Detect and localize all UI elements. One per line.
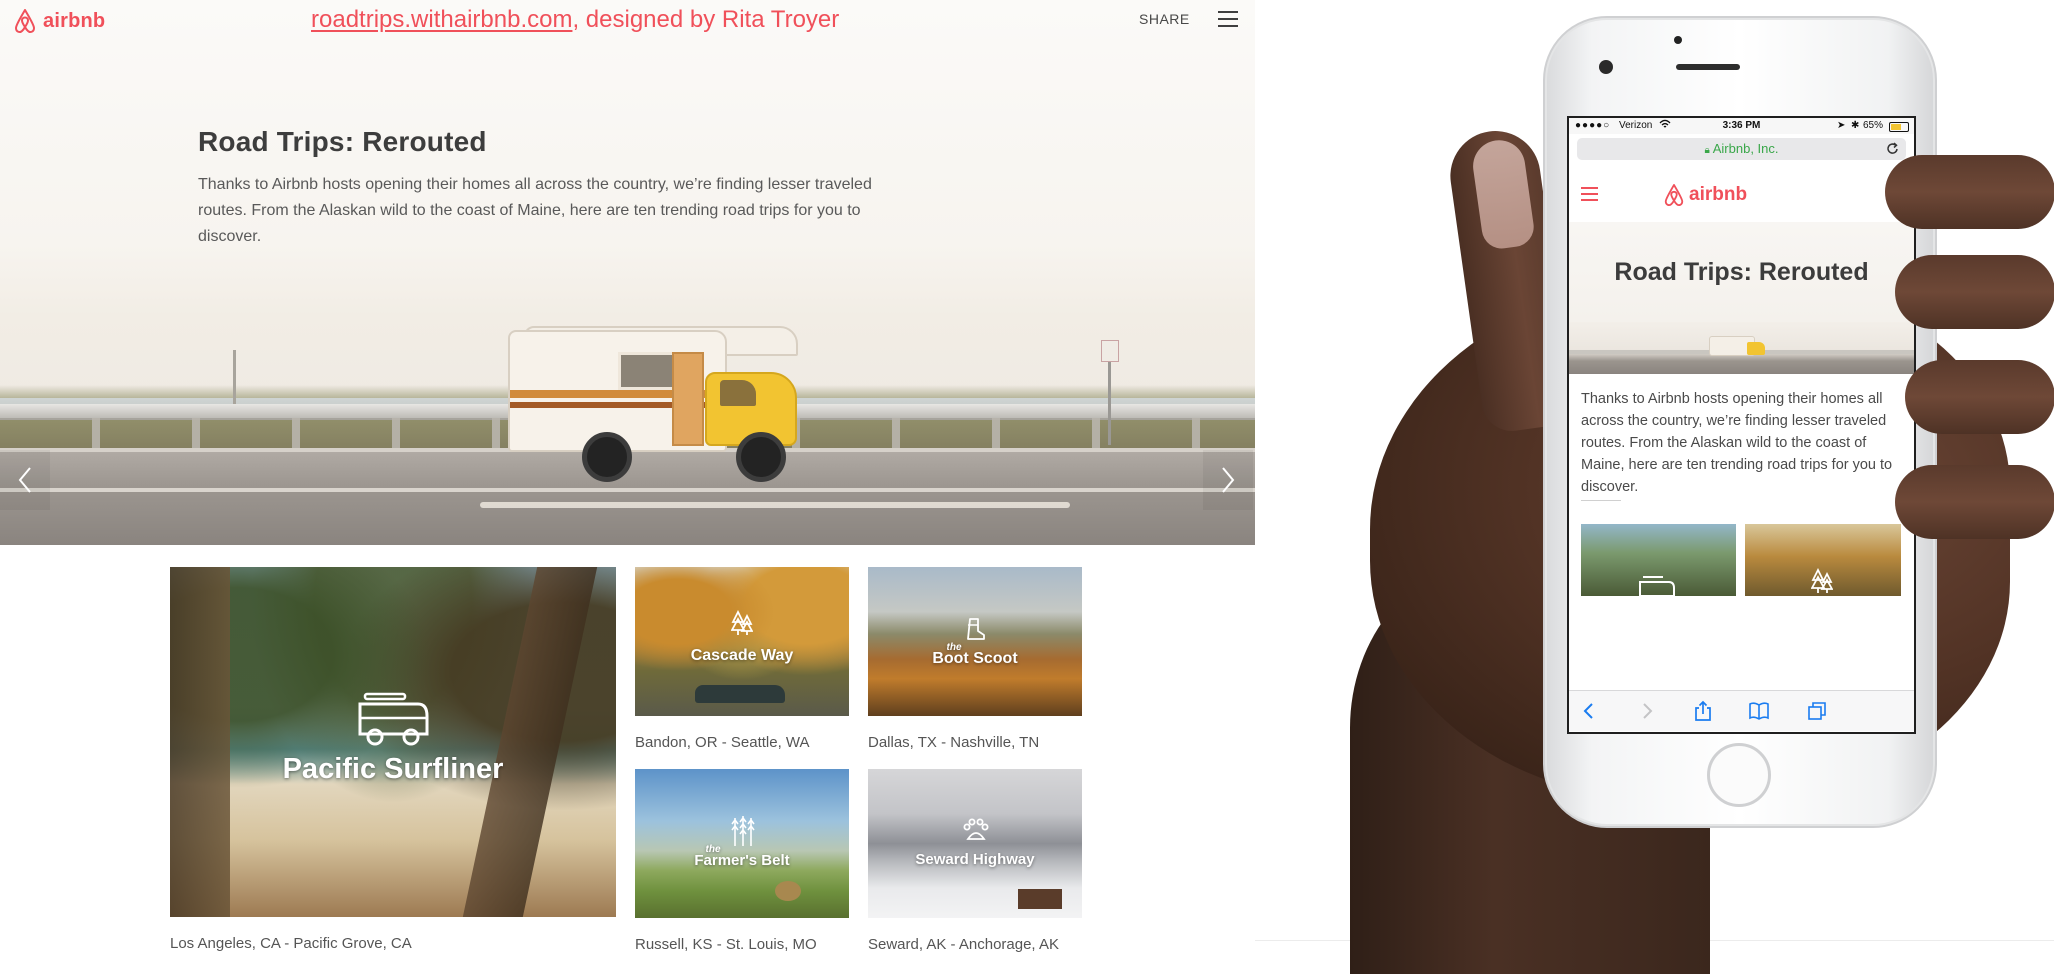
logo-text: airbnb [43,9,106,32]
mobile-site-header: airbnb [1569,168,1914,223]
tree-trunk [170,567,230,917]
mobile-logo-text: airbnb [1689,184,1748,205]
wheat-icon [731,816,755,846]
pine-trees-icon [731,610,753,635]
credit-designer: , designed by Rita Troyer [572,6,840,33]
trip-name: Farmer's Belt [694,852,790,869]
chevron-left-icon [18,467,31,493]
safari-toolbar [1569,690,1914,731]
bookmarks-icon[interactable] [1747,699,1771,723]
trip-route: Bandon, OR - Seattle, WA [635,734,810,751]
van-icon [358,692,429,746]
road-sign-post [1108,350,1111,445]
rv-windshield [720,380,756,406]
battery-icon [1889,122,1909,132]
share-icon[interactable] [1691,699,1715,723]
share-button[interactable]: SHARE [1139,11,1190,27]
hero-title: Road Trips: Rerouted [198,126,487,157]
pine-trees-icon [1811,568,1833,593]
phone-screen: ●●●●○ Verizon 3:36 PM ➤ ✱ 65% 🔒︎ Airbnb,… [1567,116,1916,734]
chevron-right-icon [1222,467,1235,493]
phone-sensor [1599,60,1613,74]
mobile-title-area: Road Trips: Rerouted [1569,222,1914,322]
mobile-trip-card[interactable] [1745,524,1901,596]
trip-card-seward-highway[interactable]: Seward Highway [868,769,1082,918]
paw-icon [963,818,989,840]
rv-door [672,352,704,446]
reload-icon[interactable] [1886,142,1900,156]
trip-route: Russell, KS - St. Louis, MO [635,936,817,953]
trip-name: Boot Scoot [932,650,1018,667]
address-label: Airbnb, Inc. [1712,141,1779,156]
back-icon[interactable] [1577,699,1601,723]
mobile-airbnb-logo[interactable]: airbnb [1663,182,1747,208]
bluetooth-icon: ✱ [1851,120,1860,131]
hero-road-line [0,488,1255,492]
hay-bale [775,881,801,901]
hand-finger [1895,465,2054,539]
mobile-title: Road Trips: Rerouted [1614,258,1869,286]
tree-trunk [462,567,598,917]
hero-road-marking [480,502,1070,508]
trip-name: Cascade Way [690,647,794,664]
location-icon: ➤ [1837,120,1846,131]
trip-name: Pacific Surfliner [282,753,504,785]
trip-route: Seward, AK - Anchorage, AK [868,936,1059,953]
mobile-hamburger-icon[interactable] [1581,187,1598,201]
safari-address-bar[interactable]: 🔒︎ Airbnb, Inc. [1577,138,1906,160]
tabs-icon[interactable] [1805,699,1829,723]
carousel-prev-button[interactable] [0,450,50,510]
hamburger-menu-icon[interactable] [1218,11,1238,28]
hero-section: Road Trips: Rerouted Thanks to Airbnb ho… [0,0,1255,545]
rv-wheel [582,432,632,482]
boot-icon [967,618,985,640]
airbnb-belo-icon [1664,184,1684,206]
earpiece-speaker [1676,64,1740,70]
trip-name: Seward Highway [915,851,1035,868]
airbnb-belo-icon [15,9,35,33]
battery-percent: 65% [1863,120,1884,131]
forward-icon[interactable] [1635,699,1659,723]
phone-mockup-area: ●●●●○ Verizon 3:36 PM ➤ ✱ 65% 🔒︎ Airbnb,… [1255,0,2054,974]
trip-card-boot-scoot[interactable]: the Boot Scoot [868,567,1082,716]
mobile-divider [1581,500,1621,501]
mobile-hero-image [1569,322,1914,374]
lock-icon: 🔒︎ [1704,145,1710,156]
home-button[interactable] [1707,743,1771,807]
front-camera [1674,36,1682,44]
carousel-next-button[interactable] [1203,450,1253,510]
ios-status-bar: ●●●●○ Verizon 3:36 PM ➤ ✱ 65% [1569,118,1914,134]
mobile-trip-card[interactable] [1581,524,1736,596]
airbnb-logo[interactable]: airbnb [13,6,105,36]
rv-wheel [736,432,786,482]
trip-card-farmers-belt[interactable]: the Farmer's Belt [635,769,849,918]
hand-finger [1905,360,2054,434]
hand-finger [1895,255,2054,329]
desktop-page: Road Trips: Rerouted Thanks to Airbnb ho… [0,0,1255,974]
car [695,685,785,703]
mobile-description: Thanks to Airbnb hosts opening their hom… [1581,391,1893,495]
trip-route: Los Angeles, CA - Pacific Grove, CA [170,935,412,952]
trip-card-pacific-surfliner[interactable]: Pacific Surfliner [170,567,616,917]
hand-finger [1885,155,2054,229]
credit-line: roadtrips.withairbnb.com, designed by Ri… [311,6,839,34]
roadtrips-link[interactable]: roadtrips.withairbnb.com [311,6,572,33]
trip-card-cascade-way[interactable]: Cascade Way [635,567,849,716]
road-sign [1101,340,1119,362]
van-icon [1639,576,1675,596]
address-text: 🔒︎ Airbnb, Inc. [1577,141,1906,156]
trip-route: Dallas, TX - Nashville, TN [868,734,1040,751]
cabin [1018,889,1062,909]
hero-description: Thanks to Airbnb hosts opening their hom… [198,176,872,245]
